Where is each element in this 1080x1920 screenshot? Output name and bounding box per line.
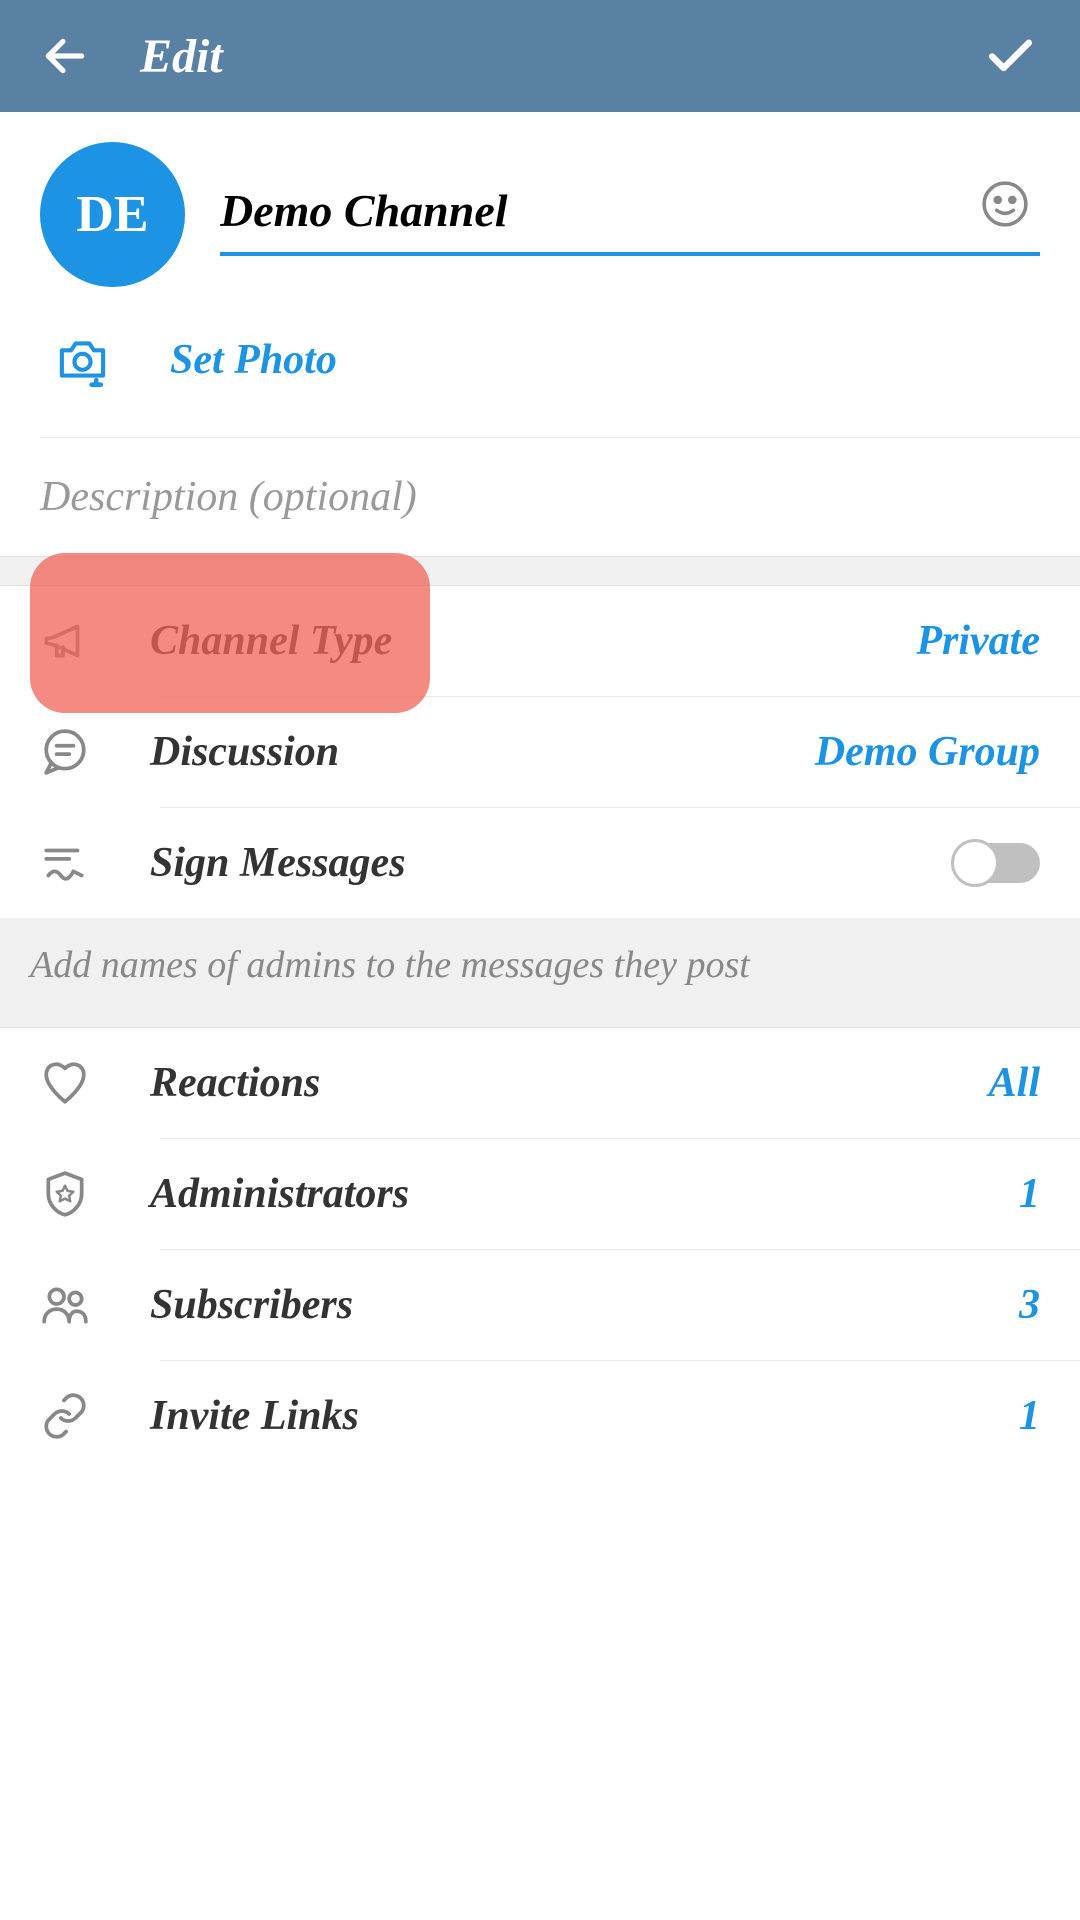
sign-messages-row: Sign Messages [0,808,1080,918]
administrators-row[interactable]: Administrators 1 [0,1139,1080,1249]
shield-star-icon [40,1169,90,1219]
chat-icon [40,727,90,777]
set-photo-button[interactable]: Set Photo [40,332,1040,407]
channel-type-value: Private [916,617,1040,665]
subscribers-label: Subscribers [150,1281,1019,1329]
invite-links-value: 1 [1019,1392,1040,1440]
reactions-row[interactable]: Reactions All [0,1028,1080,1138]
administrators-label: Administrators [150,1170,1019,1218]
smiley-icon [980,179,1030,229]
people-icon [40,1280,90,1330]
check-icon [983,29,1038,84]
invite-links-label: Invite Links [150,1392,1019,1440]
discussion-row[interactable]: Discussion Demo Group [0,697,1080,807]
camera-icon [55,332,110,387]
signature-icon [40,838,90,888]
administrators-value: 1 [1019,1170,1040,1218]
discussion-value: Demo Group [815,728,1040,776]
emoji-button[interactable] [980,179,1030,229]
description-section[interactable]: Description (optional) [0,438,1080,556]
avatar[interactable]: DE [40,142,185,287]
description-placeholder: Description (optional) [40,473,1040,521]
channel-type-row[interactable]: Channel Type Private [0,586,1080,696]
back-button[interactable] [40,31,90,81]
sign-messages-footer: Add names of admins to the messages they… [0,918,1080,1028]
reactions-value: All [989,1059,1040,1107]
header: Edit [0,0,1080,112]
discussion-label: Discussion [150,728,815,776]
set-photo-label: Set Photo [170,336,337,384]
channel-name-input[interactable] [220,174,1040,256]
sign-messages-toggle[interactable] [955,843,1040,883]
heart-icon [40,1058,90,1108]
sign-messages-label: Sign Messages [150,839,955,887]
invite-links-row[interactable]: Invite Links 1 [0,1361,1080,1471]
arrow-left-icon [40,31,90,81]
channel-type-label: Channel Type [150,617,916,665]
confirm-button[interactable] [980,26,1040,86]
megaphone-icon [40,616,90,666]
profile-section: DE Set Photo [0,112,1080,437]
reactions-label: Reactions [150,1059,989,1107]
page-title: Edit [140,29,980,84]
subscribers-value: 3 [1019,1281,1040,1329]
subscribers-row[interactable]: Subscribers 3 [0,1250,1080,1360]
link-icon [40,1391,90,1441]
